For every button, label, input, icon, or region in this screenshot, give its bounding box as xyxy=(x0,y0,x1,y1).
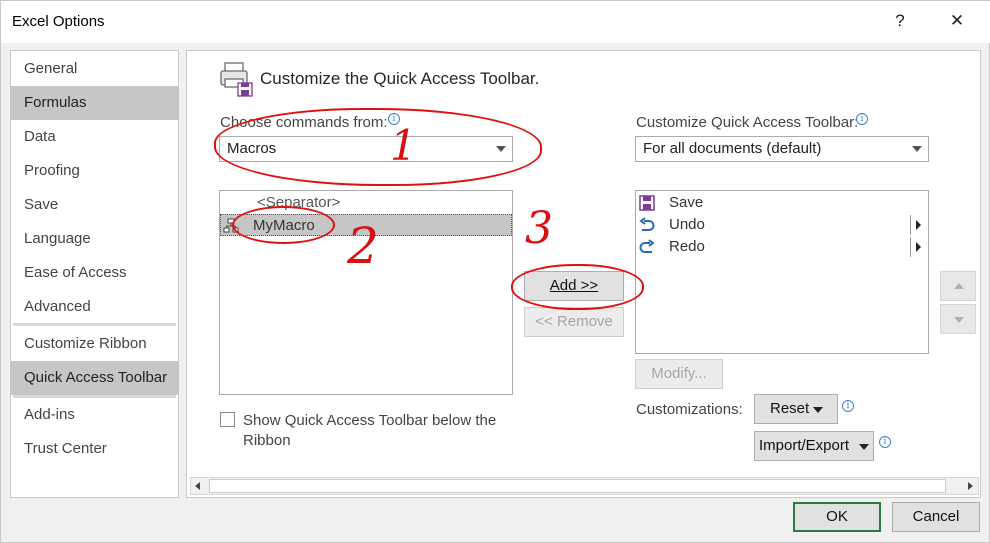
sidebar-item-quick-access-toolbar[interactable]: Quick Access Toolbar xyxy=(11,361,178,395)
sidebar-item-ease-of-access[interactable]: Ease of Access xyxy=(11,256,178,290)
main-panel: Customize the Quick Access Toolbar. Choo… xyxy=(186,50,981,498)
sidebar-item-advanced[interactable]: Advanced xyxy=(11,290,178,324)
toolbar-items-list[interactable]: Save Undo Redo xyxy=(635,190,929,354)
scroll-right-icon[interactable] xyxy=(968,482,973,490)
chevron-right-icon[interactable] xyxy=(916,242,921,252)
reset-button[interactable]: Reset xyxy=(754,394,838,424)
annotation-circle-1 xyxy=(214,108,542,186)
import-export-button-label: Import/Export xyxy=(759,437,850,454)
close-button[interactable]: ✕ xyxy=(945,11,969,31)
sidebar-item-general[interactable]: General xyxy=(11,52,178,86)
divider xyxy=(910,237,911,257)
horizontal-scrollbar[interactable] xyxy=(190,477,979,495)
sidebar: General Formulas Data Proofing Save Lang… xyxy=(10,50,179,498)
quick-access-toolbar-icon xyxy=(220,61,254,97)
modify-button[interactable]: Modify... xyxy=(635,359,723,389)
list-item[interactable]: Undo xyxy=(636,214,928,236)
title-bar: Excel Options ? ✕ xyxy=(1,1,990,43)
sidebar-item-customize-ribbon[interactable]: Customize Ribbon xyxy=(11,327,178,361)
annotation-number-1: 1 xyxy=(390,121,417,170)
chevron-up-icon xyxy=(954,283,964,289)
sidebar-item-data[interactable]: Data xyxy=(11,120,178,154)
window-title: Excel Options xyxy=(12,13,105,30)
customize-toolbar-dropdown[interactable]: For all documents (default) xyxy=(635,136,929,162)
list-item[interactable]: Redo xyxy=(636,236,928,258)
undo-icon xyxy=(639,217,655,233)
annotation-circle-3 xyxy=(511,264,644,310)
scrollbar-thumb[interactable] xyxy=(209,479,946,493)
show-below-ribbon-label: Show Quick Access Toolbar below the Ribb… xyxy=(243,412,497,449)
chevron-down-icon xyxy=(859,444,869,450)
customize-toolbar-value: For all documents (default) xyxy=(643,140,822,157)
list-item-label: Save xyxy=(669,194,704,211)
move-up-button[interactable] xyxy=(940,271,976,301)
info-icon: i xyxy=(856,113,868,125)
chevron-down-icon xyxy=(912,146,922,152)
sidebar-item-proofing[interactable]: Proofing xyxy=(11,154,178,188)
list-item[interactable]: Save xyxy=(636,192,928,214)
info-icon: i xyxy=(879,436,891,448)
annotation-number-2: 2 xyxy=(347,217,379,275)
page-title: Customize the Quick Access Toolbar. xyxy=(260,69,540,88)
chevron-down-icon xyxy=(813,407,823,413)
sidebar-item-formulas[interactable]: Formulas xyxy=(11,86,178,120)
info-icon: i xyxy=(842,400,854,412)
chevron-right-icon[interactable] xyxy=(916,220,921,230)
sidebar-divider xyxy=(13,323,176,326)
sidebar-item-add-ins[interactable]: Add-ins xyxy=(11,398,178,432)
sidebar-item-trust-center[interactable]: Trust Center xyxy=(11,432,178,466)
reset-button-label: Reset xyxy=(770,400,810,417)
help-button[interactable]: ? xyxy=(888,11,912,31)
sidebar-item-language[interactable]: Language xyxy=(11,222,178,256)
list-item-label: Undo xyxy=(669,216,705,233)
cancel-button[interactable]: Cancel xyxy=(892,502,980,532)
sidebar-item-save[interactable]: Save xyxy=(11,188,178,222)
divider xyxy=(910,215,911,235)
remove-button[interactable]: << Remove xyxy=(524,307,624,337)
annotation-number-3: 3 xyxy=(525,203,553,254)
list-item-label: Redo xyxy=(669,238,705,255)
scroll-left-icon[interactable] xyxy=(195,482,200,490)
customizations-label: Customizations: xyxy=(636,401,743,418)
customize-toolbar-label: Customize Quick Access Toolbar: xyxy=(636,114,859,131)
save-icon xyxy=(639,195,655,211)
show-below-ribbon-checkbox[interactable] xyxy=(220,412,235,427)
redo-icon xyxy=(639,239,655,255)
import-export-button[interactable]: Import/Export xyxy=(754,431,874,461)
ok-button[interactable]: OK xyxy=(793,502,881,532)
annotation-circle-2 xyxy=(232,206,335,244)
excel-options-dialog: Excel Options ? ✕ General Formulas Data … xyxy=(0,0,990,543)
chevron-down-icon xyxy=(954,317,964,323)
move-down-button[interactable] xyxy=(940,304,976,334)
